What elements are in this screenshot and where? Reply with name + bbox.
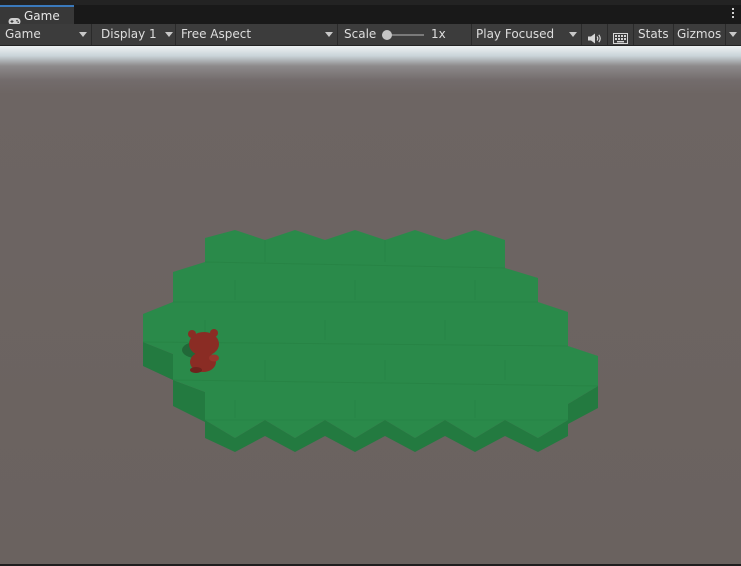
character-ear: [210, 329, 218, 337]
view-mode-dropdown[interactable]: Game: [0, 24, 92, 45]
chevron-down-icon: [325, 32, 333, 37]
keyboard-shortcuts-button[interactable]: [608, 24, 634, 45]
chevron-down-icon: [79, 32, 87, 37]
scale-label: Scale: [344, 27, 377, 41]
gizmos-label: Gizmos: [677, 27, 722, 41]
chevron-down-icon: [729, 32, 737, 37]
character-foot: [190, 367, 202, 373]
tab-game-label: Game: [24, 9, 60, 23]
aspect-label: Free Aspect: [181, 27, 252, 41]
chevron-down-icon: [569, 32, 577, 37]
tab-game[interactable]: Game: [0, 5, 74, 25]
aspect-dropdown[interactable]: Free Aspect: [176, 24, 338, 45]
scale-value: 1x: [431, 27, 446, 41]
game-window: Game Game Display 1 Free Aspect Scale 1x…: [0, 0, 741, 566]
play-mode-label: Play Focused: [476, 27, 555, 41]
game-scene: [142, 230, 599, 452]
stats-label: Stats: [638, 27, 669, 41]
view-mode-label: Game: [5, 27, 41, 41]
scale-slider-handle[interactable]: [382, 30, 392, 40]
tile-side-wall: [205, 420, 568, 452]
chevron-down-icon: [165, 32, 173, 37]
play-mode-dropdown[interactable]: Play Focused: [472, 24, 582, 45]
display-dropdown[interactable]: Display 1: [92, 24, 176, 45]
tab-strip: Game: [0, 0, 741, 25]
game-viewport[interactable]: [0, 46, 741, 564]
character-ear: [188, 330, 196, 338]
mute-audio-button[interactable]: [582, 24, 608, 45]
tab-strip-edge: [0, 0, 741, 5]
display-label: Display 1: [101, 27, 157, 41]
gizmos-dropdown[interactable]: [726, 24, 741, 45]
stats-button[interactable]: Stats: [634, 24, 674, 45]
tab-menu-kebab-icon[interactable]: [731, 8, 735, 22]
character-paw: [209, 354, 219, 362]
gizmos-button[interactable]: Gizmos: [674, 24, 726, 45]
game-toolbar: Game Display 1 Free Aspect Scale 1x Play…: [0, 24, 741, 46]
